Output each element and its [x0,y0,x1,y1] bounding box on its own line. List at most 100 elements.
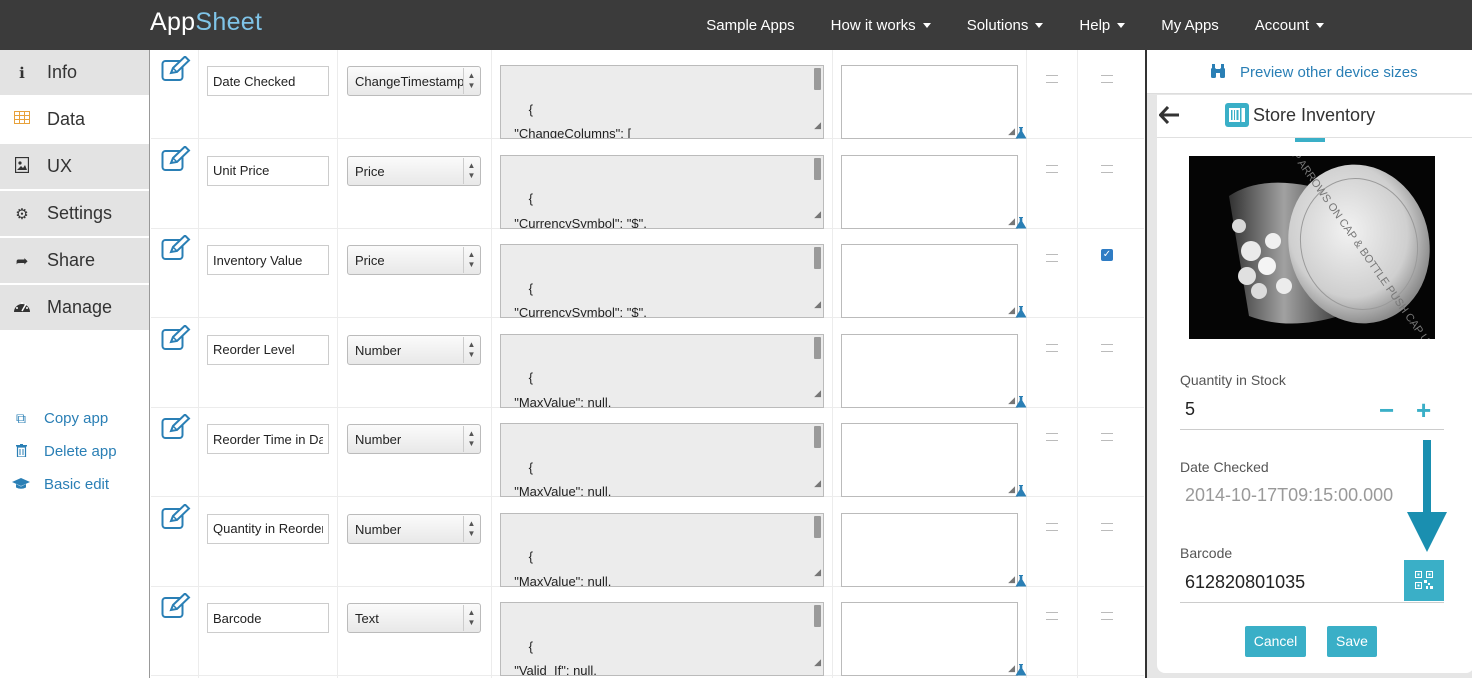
flask-icon[interactable] [1015,305,1027,318]
type-qualifier-textarea[interactable]: { "CurrencySymbol": "$", "DecimalDigits"… [500,154,824,229]
nav-account[interactable]: Account [1237,17,1472,34]
column-name-input[interactable] [207,245,329,275]
type-qualifier-textarea[interactable]: { "MaxValue": null, "MinValue": null, ◢ [500,423,824,497]
save-button[interactable]: Save [1327,626,1377,657]
edit-icon[interactable] [161,592,191,619]
scrollbar-thumb[interactable] [814,515,821,538]
scrollbar-thumb[interactable] [814,157,821,180]
sidebar-item-manage[interactable]: Manage [0,285,149,330]
sidebar-item-ux[interactable]: UX [0,144,149,189]
appsheet-logo[interactable]: AppSheet [150,8,262,37]
resize-grip-icon[interactable]: ◢ [1008,663,1015,674]
label-toggle[interactable] [1101,612,1113,620]
flask-icon[interactable] [1015,574,1027,586]
description-textarea[interactable]: ◢ [841,423,1018,497]
flask-icon[interactable] [1015,216,1027,228]
resize-grip-icon[interactable]: ◢ [814,113,821,138]
product-photo[interactable]: TO OPEN LINE UP ARROWS ON CAP & BOTTLE P… [1189,156,1435,339]
copy-app-link[interactable]: ⧉ Copy app [12,402,117,435]
sidebar-item-info[interactable]: ℹ Info [0,50,149,95]
plus-icon[interactable]: + [1416,397,1431,423]
label-toggle[interactable] [1101,522,1113,531]
edit-icon[interactable] [161,144,191,172]
resize-grip-icon[interactable]: ◢ [1008,305,1015,316]
label-toggle[interactable] [1101,433,1113,441]
edit-icon[interactable] [161,234,191,261]
barcode-value[interactable]: 612820801035 [1185,572,1305,593]
scrollbar-thumb[interactable] [814,605,821,627]
column-type-select[interactable]: Number ▲ ▼ [347,334,481,365]
key-toggle[interactable] [1046,522,1058,531]
key-toggle[interactable] [1046,343,1058,352]
back-arrow-icon[interactable] [1158,105,1179,129]
column-name-input[interactable] [207,66,329,96]
resize-grip-icon[interactable]: ◢ [814,471,821,496]
label-toggle[interactable] [1101,343,1113,352]
flask-icon[interactable] [1015,126,1027,139]
flask-icon[interactable] [1015,395,1027,407]
key-toggle[interactable] [1046,75,1058,83]
column-type-select[interactable]: Price ▲ ▼ [347,155,481,186]
nav-my-apps[interactable]: My Apps [1143,17,1237,34]
minus-icon[interactable]: − [1379,397,1394,423]
resize-grip-icon[interactable]: ◢ [1008,216,1015,227]
description-textarea[interactable]: ◢ [841,65,1018,139]
resize-grip-icon[interactable]: ◢ [1008,484,1015,495]
type-qualifier-textarea[interactable]: { "MaxValue": null, "MinValue": null, ◢ [500,512,824,587]
edit-icon[interactable] [161,323,191,351]
column-type-select[interactable]: Price ▲ ▼ [347,245,481,275]
type-qualifier-textarea[interactable]: { "Valid_If": null, "Show_If": null, ◢ [500,602,824,676]
resize-grip-icon[interactable]: ◢ [1008,395,1015,406]
sidebar-item-share[interactable]: ➦ Share [0,238,149,283]
resize-grip-icon[interactable]: ◢ [1008,126,1015,137]
column-name-input[interactable] [207,155,329,186]
key-toggle[interactable] [1046,254,1058,262]
column-type-select[interactable]: Number ▲ ▼ [347,424,481,454]
resize-grip-icon[interactable]: ◢ [1008,574,1015,585]
scrollbar-thumb[interactable] [814,426,821,448]
type-qualifier-textarea[interactable]: { "ChangeColumns": [ "Quantity in Stock"… [500,65,824,139]
key-toggle[interactable] [1046,164,1058,173]
nav-how-it-works[interactable]: How it works [813,17,949,34]
column-type-select[interactable]: ChangeTimestamp ▲ ▼ [347,66,481,96]
basic-edit-link[interactable]: Basic edit [12,468,117,501]
barcode-scan-button[interactable] [1404,560,1444,601]
preview-device-sizes-link[interactable]: Preview other device sizes [1240,64,1418,81]
nav-help[interactable]: Help [1061,17,1143,34]
column-type-select[interactable]: Number ▲ ▼ [347,513,481,544]
edit-icon[interactable] [161,413,191,440]
cancel-button[interactable]: Cancel [1245,626,1306,657]
label-checkbox-checked[interactable]: ✓ [1101,249,1113,261]
edit-icon[interactable] [161,502,191,530]
description-textarea[interactable]: ◢ [841,512,1018,587]
sidebar-item-data[interactable]: Data [0,97,149,142]
column-name-input[interactable] [207,603,329,633]
resize-grip-icon[interactable]: ◢ [814,560,821,585]
scrollbar-thumb[interactable] [814,247,821,269]
sidebar-item-settings[interactable]: ⚙ Settings [0,191,149,236]
flask-icon[interactable] [1015,663,1027,676]
column-type-select[interactable]: Text ▲ ▼ [347,603,481,633]
description-textarea[interactable]: ◢ [841,154,1018,229]
type-qualifier-textarea[interactable]: { "CurrencySymbol": "$", "DecimalDigits"… [500,244,824,318]
resize-grip-icon[interactable]: ◢ [814,381,821,406]
key-toggle[interactable] [1046,612,1058,620]
label-toggle[interactable] [1101,75,1113,83]
column-name-input[interactable] [207,513,329,544]
resize-grip-icon[interactable]: ◢ [814,292,821,317]
edit-icon[interactable] [161,55,191,82]
type-qualifier-textarea[interactable]: { "MaxValue": null, "MinValue": null, ◢ [500,333,824,408]
label-toggle[interactable] [1101,164,1113,173]
column-name-input[interactable] [207,334,329,365]
delete-app-link[interactable]: Delete app [12,435,117,468]
flask-icon[interactable] [1015,484,1027,497]
key-toggle[interactable] [1046,433,1058,441]
description-textarea[interactable]: ◢ [841,602,1018,676]
column-name-input[interactable] [207,424,329,454]
nav-sample-apps[interactable]: Sample Apps [688,17,812,34]
resize-grip-icon[interactable]: ◢ [814,202,821,227]
scrollbar-thumb[interactable] [814,68,821,90]
description-textarea[interactable]: ◢ [841,333,1018,408]
resize-grip-icon[interactable]: ◢ [814,650,821,675]
nav-solutions[interactable]: Solutions [949,17,1062,34]
